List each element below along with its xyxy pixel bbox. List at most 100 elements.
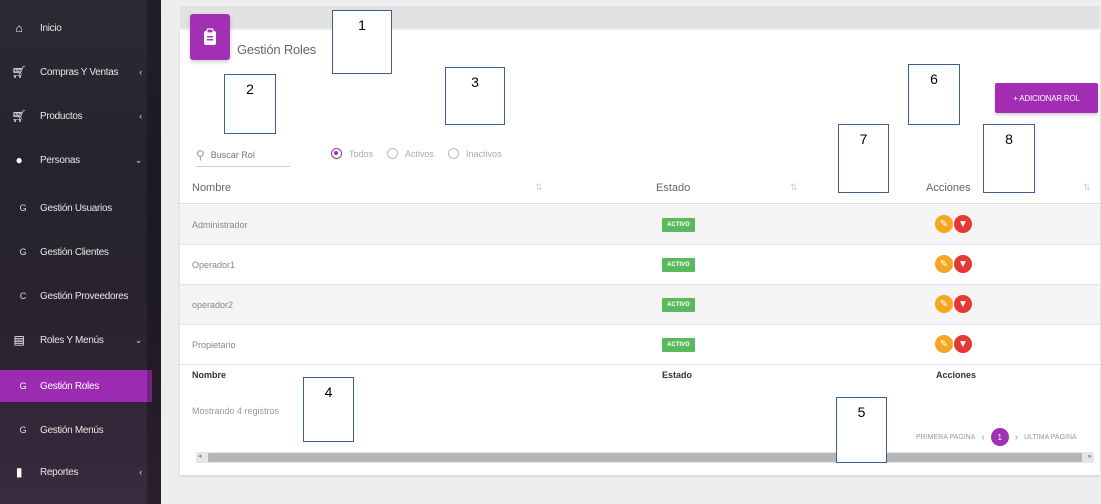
sidebar-item-compras[interactable]: 🛒︎ Compras Y Ventas ‹ xyxy=(0,56,152,88)
footer-nombre: Nombre xyxy=(192,370,227,380)
sort-icon[interactable]: ⇅ xyxy=(1083,182,1091,193)
scrollbar-thumb[interactable] xyxy=(208,453,1082,462)
edit-pencil-icon[interactable]: ✎ xyxy=(935,255,953,273)
radio-icon xyxy=(331,148,342,159)
sidebar-item-label: Gestión Clientes xyxy=(40,246,109,258)
sidebar-item-gestion-proveedores[interactable]: C Gestión Proveedores xyxy=(0,280,152,312)
submenu-letter: G xyxy=(19,381,27,391)
first-page-link[interactable]: PRIMERA PAGINA xyxy=(916,434,975,441)
edit-pencil-icon[interactable]: ✎ xyxy=(935,215,953,233)
column-header-acciones[interactable]: Acciones xyxy=(926,182,971,194)
sidebar-item-label: Gestión Roles xyxy=(40,380,99,392)
prev-page-icon[interactable]: ‹ xyxy=(981,432,984,443)
last-page-link[interactable]: ULTIMA PAGINA xyxy=(1024,434,1077,441)
table-row: operador2 ACTIVO ✎ ▼ xyxy=(180,285,1100,325)
status-badge: ACTIVO xyxy=(662,258,695,272)
sidebar-item-gestion-roles[interactable]: G Gestión Roles xyxy=(0,370,152,402)
sidebar-item-roles-menus[interactable]: ▤ Roles Y Menús ⌄ xyxy=(0,324,152,356)
filter-label: Activos xyxy=(405,148,435,159)
filter-todos[interactable]: Todos xyxy=(331,148,373,159)
table-row: Administrador ACTIVO ✎ ▼ xyxy=(180,205,1100,245)
sort-icon[interactable]: ⇅ xyxy=(790,182,798,193)
current-page[interactable]: 1 xyxy=(990,428,1009,446)
table-header: Nombre ⇅ Estado ⇅ Acciones ⇅ xyxy=(180,172,1100,204)
filter-inactivos[interactable]: Inactivos xyxy=(448,148,502,159)
submenu-letter: C xyxy=(19,291,27,301)
chevron-left-icon: ‹ xyxy=(139,467,142,477)
thumbs-down-icon[interactable]: ▼ xyxy=(954,215,972,233)
sidebar-item-productos[interactable]: 🛒︎ Productos ‹ xyxy=(0,100,152,132)
sidebar-item-label: Inicio xyxy=(40,22,62,34)
filter-label: Inactivos xyxy=(466,148,502,159)
sidebar-item-label: Productos xyxy=(40,110,83,122)
callout-2: 2 xyxy=(224,74,276,134)
chevron-left-icon: ‹ xyxy=(139,111,142,121)
sidebar-item-personas[interactable]: ● Personas ⌄ xyxy=(0,144,152,176)
status-badge: ACTIVO xyxy=(662,338,695,352)
home-icon: ⌂ xyxy=(15,21,23,35)
thumbs-down-icon[interactable]: ▼ xyxy=(954,295,972,313)
sidebar-item-gestion-menus[interactable]: G Gestión Menús xyxy=(0,414,152,446)
sidebar-item-gestion-usuarios[interactable]: G Gestión Usuarios xyxy=(0,192,152,224)
submenu-letter: G xyxy=(19,425,27,435)
search-input[interactable] xyxy=(210,149,281,160)
page-title: Gestión Roles xyxy=(237,42,317,57)
table-row: Operador1 ACTIVO ✎ ▼ xyxy=(180,245,1100,285)
chevron-down-icon: ⌄ xyxy=(134,154,143,165)
pagination: PRIMERA PAGINA ‹ 1 › ULTIMA PAGINA xyxy=(916,428,1077,446)
footer-estado: Estado xyxy=(662,370,693,380)
products-icon: 🛒︎ xyxy=(11,109,27,123)
scroll-left-icon[interactable]: ◂ xyxy=(198,452,202,460)
sidebar-item-inicio[interactable]: ⌂ Inicio xyxy=(0,12,152,44)
chevron-down-icon: ⌄ xyxy=(134,334,143,345)
submenu-letter: G xyxy=(19,247,27,257)
clipboard-icon xyxy=(190,14,230,60)
thumbs-down-icon[interactable]: ▼ xyxy=(954,255,972,273)
sort-icon[interactable]: ⇅ xyxy=(535,182,543,193)
role-name: operador2 xyxy=(192,300,234,310)
records-count: Mostrando 4 registros xyxy=(192,406,280,416)
role-name: Operador1 xyxy=(192,260,236,270)
cart-icon: 🛒︎ xyxy=(11,65,27,79)
add-role-button[interactable]: + ADICIONAR ROL xyxy=(995,83,1098,113)
horizontal-scrollbar[interactable]: ◂ ▸ xyxy=(196,452,1094,463)
sidebar-item-label: Personas xyxy=(40,154,80,166)
table-row: Propietario ACTIVO ✎ ▼ xyxy=(180,325,1100,365)
radio-icon xyxy=(387,148,399,159)
edit-pencil-icon[interactable]: ✎ xyxy=(935,335,953,353)
radio-icon xyxy=(448,148,460,159)
person-icon: ● xyxy=(15,153,23,167)
sidebar-item-label: Gestión Usuarios xyxy=(40,202,112,214)
sidebar-item-label: Gestión Proveedores xyxy=(40,290,129,302)
status-badge: ACTIVO xyxy=(662,218,695,232)
role-name: Propietario xyxy=(192,340,236,350)
footer-acciones: Acciones xyxy=(936,370,977,380)
reports-icon: ▮ xyxy=(15,465,23,479)
status-filter: Todos Activos Inactivos xyxy=(331,148,516,159)
callout-8: 8 xyxy=(983,124,1035,193)
scroll-right-icon[interactable]: ▸ xyxy=(1088,452,1092,460)
sidebar: ⌂ Inicio 🛒︎ Compras Y Ventas ‹ 🛒︎ Produc… xyxy=(0,0,161,504)
sidebar-item-label: Gestión Menús xyxy=(40,424,104,436)
callout-4: 4 xyxy=(303,377,354,442)
callout-1: 1 xyxy=(332,10,392,74)
next-page-icon[interactable]: › xyxy=(1015,432,1018,443)
sidebar-item-gestion-clientes[interactable]: G Gestión Clientes xyxy=(0,236,152,268)
thumbs-down-icon[interactable]: ▼ xyxy=(954,335,972,353)
status-badge: ACTIVO xyxy=(662,298,695,312)
role-name: Administrador xyxy=(192,220,248,230)
sidebar-item-label: Compras Y Ventas xyxy=(40,66,119,78)
top-strip xyxy=(180,6,1100,28)
filter-label: Todos xyxy=(349,148,374,159)
edit-pencil-icon[interactable]: ✎ xyxy=(935,295,953,313)
column-header-estado[interactable]: Estado xyxy=(656,182,690,194)
callout-5: 5 xyxy=(836,397,887,463)
callout-7: 7 xyxy=(838,124,889,193)
filter-activos[interactable]: Activos xyxy=(387,148,434,159)
column-header-nombre[interactable]: Nombre xyxy=(192,182,231,194)
sidebar-item-label: Roles Y Menús xyxy=(40,334,104,346)
search-box: ⚲ xyxy=(196,143,290,167)
chevron-left-icon: ‹ xyxy=(139,67,142,77)
callout-6: 6 xyxy=(908,64,960,125)
sidebar-item-reportes[interactable]: ▮ Reportes ‹ xyxy=(0,456,152,488)
